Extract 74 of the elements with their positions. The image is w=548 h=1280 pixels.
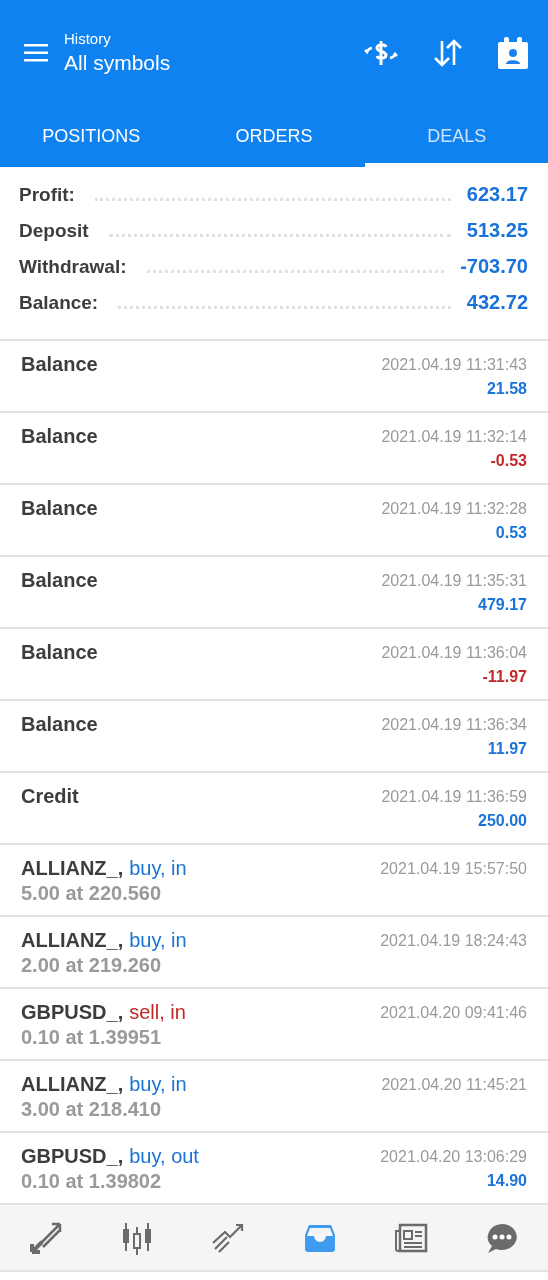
newspaper-icon bbox=[393, 1222, 428, 1253]
deal-amount: 479.17 bbox=[478, 596, 527, 614]
deal-time: 2021.04.19 11:31:43 bbox=[381, 356, 527, 374]
symbol-filter[interactable]: All symbols bbox=[64, 51, 348, 75]
deal-amount: 11.97 bbox=[487, 740, 527, 758]
deal-row[interactable]: Balance 2021.04.19 11:36:34 11.97 bbox=[0, 701, 548, 773]
summary-value: 513.25 bbox=[466, 219, 528, 242]
deal-symbol: GBPUSD_, bbox=[21, 1001, 124, 1024]
deal-row[interactable]: Balance 2021.04.19 11:32:14 -0.53 bbox=[0, 413, 548, 485]
deal-time: 2021.04.19 11:36:04 bbox=[381, 644, 527, 662]
deal-amount: -11.97 bbox=[482, 668, 527, 686]
sort-arrows-icon[interactable] bbox=[432, 37, 464, 68]
deal-type: Credit bbox=[21, 785, 79, 808]
tab[interactable]: ORDERS bbox=[182, 105, 366, 167]
deal-time: 2021.04.20 13:06:29 bbox=[380, 1148, 527, 1166]
deal-time: 2021.04.19 11:36:34 bbox=[381, 716, 527, 734]
deal-time: 2021.04.19 11:36:59 bbox=[381, 788, 527, 806]
deal-amount: 14.90 bbox=[486, 1172, 527, 1190]
candlestick-icon bbox=[121, 1220, 153, 1255]
deal-volume: 5.00 at 220.560 bbox=[21, 882, 163, 905]
deal-time: 2021.04.19 15:57:50 bbox=[380, 860, 527, 878]
deal-direction: buy, in bbox=[129, 857, 187, 880]
deal-volume: 2.00 at 219.260 bbox=[21, 954, 163, 977]
chat-bubble-icon bbox=[485, 1221, 520, 1254]
deal-volume: 0.10 at 1.39951 bbox=[21, 1026, 163, 1049]
summary-value: -703.70 bbox=[460, 255, 528, 278]
deal-symbol: GBPUSD_, bbox=[21, 1145, 124, 1168]
summary-value: 432.72 bbox=[466, 291, 528, 314]
deal-volume: 3.00 at 218.410 bbox=[21, 1098, 163, 1121]
deal-symbol: ALLIANZ_, bbox=[21, 1073, 124, 1096]
deal-row[interactable]: ALLIANZ_, buy, in 3.00 at 218.410 2021.04.20 11:45:21 bbox=[0, 1061, 548, 1133]
deal-symbol: ALLIANZ_, bbox=[21, 857, 124, 880]
menu-icon[interactable] bbox=[24, 43, 48, 62]
deal-direction: buy, out bbox=[129, 1145, 199, 1168]
trend-lines-icon bbox=[211, 1222, 246, 1253]
summary-value: 623.17 bbox=[466, 183, 528, 206]
deal-amount: 21.58 bbox=[486, 380, 527, 398]
deal-symbol: ALLIANZ_, bbox=[21, 929, 124, 952]
deal-time: 2021.04.19 18:24:43 bbox=[380, 932, 527, 950]
deal-amount: 250.00 bbox=[478, 812, 527, 830]
deal-volume: 0.10 at 1.39802 bbox=[21, 1170, 163, 1193]
deal-row[interactable]: Balance 2021.04.19 11:35:31 479.17 bbox=[0, 557, 548, 629]
deal-row[interactable]: Balance 2021.04.19 11:32:28 0.53 bbox=[0, 485, 548, 557]
deal-direction: buy, in bbox=[129, 1073, 187, 1096]
deal-row[interactable]: Balance 2021.04.19 11:31:43 21.58 bbox=[0, 341, 548, 413]
diagonal-arrows-icon bbox=[28, 1220, 63, 1255]
summary-label: Withdrawal: bbox=[19, 256, 127, 278]
deal-row[interactable]: GBPUSD_, sell, in 0.10 at 1.39951 2021.04.20 09:41:46 bbox=[0, 989, 548, 1061]
deal-time: 2021.04.20 11:45:21 bbox=[381, 1076, 527, 1094]
deal-type: Balance bbox=[21, 425, 98, 448]
deal-type: Balance bbox=[21, 497, 98, 520]
tab[interactable]: POSITIONS bbox=[0, 105, 183, 167]
deal-type: Balance bbox=[21, 713, 98, 736]
deal-row[interactable]: Credit 2021.04.19 11:36:59 250.00 bbox=[0, 773, 548, 845]
deal-type: Balance bbox=[21, 569, 98, 592]
summary-label: Balance: bbox=[19, 292, 99, 314]
deal-time: 2021.04.19 11:32:14 bbox=[381, 428, 527, 446]
deal-type: Balance bbox=[21, 353, 98, 376]
calendar-person-icon[interactable] bbox=[498, 36, 528, 69]
deal-time: 2021.04.19 11:35:31 bbox=[381, 572, 527, 590]
deal-direction: sell, in bbox=[129, 1001, 186, 1024]
deal-amount: 0.53 bbox=[495, 524, 527, 542]
inbox-tray-icon bbox=[302, 1222, 337, 1253]
summary-label: Profit: bbox=[19, 184, 75, 206]
screen-subtitle: History bbox=[64, 30, 112, 47]
deal-type: Balance bbox=[21, 641, 98, 664]
deal-row[interactable]: ALLIANZ_, buy, in 2.00 at 219.260 2021.04.19 18:24:43 bbox=[0, 917, 548, 989]
deal-time: 2021.04.20 09:41:46 bbox=[380, 1004, 527, 1022]
deal-row[interactable]: ALLIANZ_, buy, in 5.00 at 220.560 2021.04.19 15:57:50 bbox=[0, 845, 548, 917]
deal-time: 2021.04.19 11:32:28 bbox=[381, 500, 527, 518]
summary-label: Deposit bbox=[19, 220, 89, 242]
deal-direction: buy, in bbox=[129, 929, 187, 952]
deal-row[interactable]: Balance 2021.04.19 11:36:04 -11.97 bbox=[0, 629, 548, 701]
deal-amount: -0.53 bbox=[490, 452, 527, 470]
